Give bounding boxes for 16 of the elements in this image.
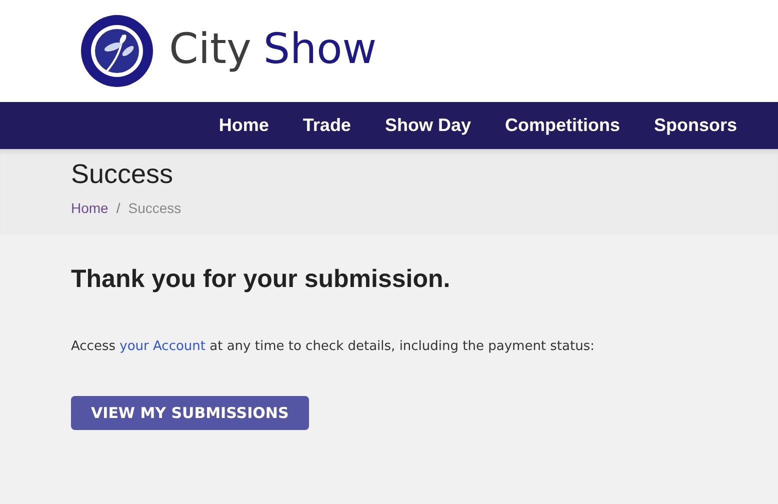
nav-link[interactable]: Show Day bbox=[368, 115, 488, 136]
nav-link[interactable]: Trade bbox=[286, 115, 368, 136]
logo-text: City bbox=[169, 28, 252, 70]
account-message: Access your Account at any time to check details, including the payment status: bbox=[71, 339, 596, 354]
breadcrumb-current: Success bbox=[128, 200, 182, 216]
breadcrumb-separator: / bbox=[116, 200, 120, 216]
page-title: Success bbox=[71, 159, 174, 190]
nav-link[interactable]: Competitions bbox=[488, 115, 637, 136]
nav-link[interactable]: Sponsors bbox=[636, 115, 754, 136]
view-submissions-button[interactable]: VIEW MY SUBMISSIONS bbox=[71, 396, 309, 430]
breadcrumb-link[interactable]: Home bbox=[71, 200, 108, 216]
confirmation-heading: Thank you for your submission. bbox=[71, 265, 452, 294]
account-link[interactable]: your Account bbox=[120, 339, 206, 354]
nav-link[interactable]: Home bbox=[202, 115, 286, 136]
logo-text: Show bbox=[263, 28, 377, 70]
logo-emblem-icon bbox=[79, 13, 155, 89]
